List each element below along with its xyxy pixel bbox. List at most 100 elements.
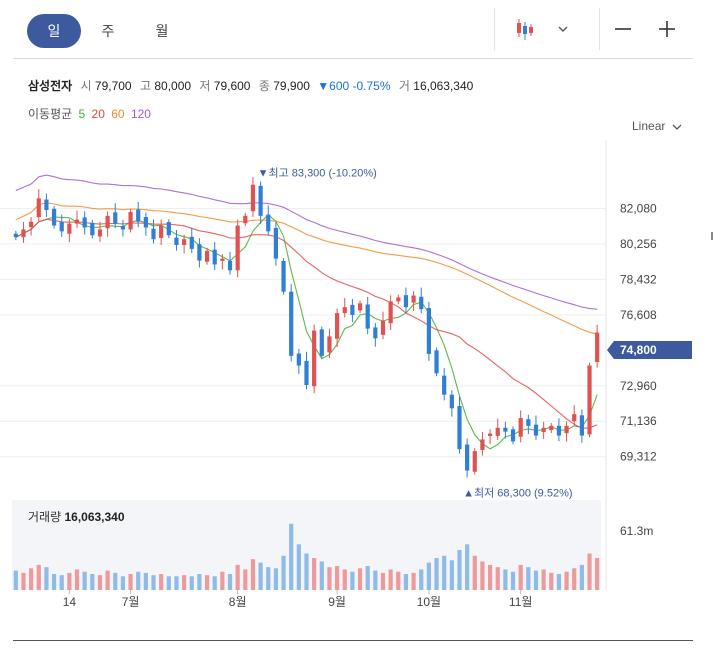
candle xyxy=(518,410,523,443)
volume-bar xyxy=(541,569,546,590)
candle xyxy=(426,301,431,361)
candle-body xyxy=(342,307,347,314)
candle-body xyxy=(411,295,416,303)
volume-bar xyxy=(533,570,539,590)
volume-bar xyxy=(296,544,301,590)
candle-body xyxy=(128,211,133,230)
volume-bar xyxy=(556,574,562,590)
candle-body xyxy=(29,221,34,228)
candle-body xyxy=(556,425,562,436)
volume-bar xyxy=(182,575,187,590)
candle-body xyxy=(403,295,409,308)
candle-body xyxy=(82,217,87,228)
candle xyxy=(357,300,363,314)
volume-bar xyxy=(227,574,233,590)
candle-body xyxy=(21,229,26,238)
candle xyxy=(380,311,386,340)
volume-bar xyxy=(189,576,194,590)
candle-body xyxy=(227,260,233,271)
candle xyxy=(465,438,470,478)
candle-body xyxy=(334,313,340,339)
candle xyxy=(442,368,447,401)
candle-body xyxy=(136,209,141,222)
volume-bar xyxy=(120,576,126,590)
volume-bar xyxy=(136,571,141,590)
candle-body xyxy=(220,258,225,261)
volume-bar xyxy=(334,566,340,590)
candle xyxy=(97,221,103,243)
volume-bar xyxy=(350,571,355,590)
candle xyxy=(541,421,546,440)
volume-bar xyxy=(166,576,171,590)
candle xyxy=(480,431,485,456)
y-tick-label: 78,432 xyxy=(620,272,657,286)
candle-body xyxy=(549,425,554,431)
candle xyxy=(510,426,516,445)
candle xyxy=(403,287,409,313)
x-tick-label: 9월 xyxy=(328,595,346,609)
volume-bar xyxy=(174,576,179,590)
candle xyxy=(327,328,332,358)
candle-body xyxy=(510,429,516,442)
candle xyxy=(166,219,171,239)
candle-body xyxy=(273,227,279,259)
candle-body xyxy=(426,308,431,354)
candle-body xyxy=(449,394,454,409)
candle xyxy=(151,219,156,244)
candle xyxy=(304,351,309,390)
candle xyxy=(549,422,554,434)
candle-body xyxy=(51,208,57,226)
candle-body xyxy=(304,360,309,385)
y-tick-label: 71,136 xyxy=(620,414,657,428)
volume-bar xyxy=(59,575,64,590)
volume-bar xyxy=(357,568,363,590)
volume-bar xyxy=(426,562,431,590)
volume-bar xyxy=(549,572,554,590)
candle xyxy=(526,414,531,435)
candle xyxy=(113,203,118,228)
volume-bar xyxy=(212,576,217,590)
candle-body xyxy=(90,222,95,236)
volume-title-label: 거래량 xyxy=(28,510,62,524)
candle-body xyxy=(572,414,577,422)
price-chart[interactable]: 82,080 80,256 78,432 76,608 72,960 71,136 69,3… xyxy=(0,0,713,656)
volume-bar xyxy=(312,558,317,590)
candle-body xyxy=(396,297,401,302)
volume-bar xyxy=(442,555,447,590)
volume-bar xyxy=(457,550,462,590)
candle xyxy=(143,212,148,236)
candle-body xyxy=(197,244,202,261)
candle-body xyxy=(235,225,240,271)
candle-body xyxy=(113,212,118,224)
volume-bar xyxy=(518,564,523,590)
candle xyxy=(250,177,256,217)
candle-body xyxy=(541,427,546,433)
candle-body xyxy=(587,365,592,435)
candle-body xyxy=(105,215,110,229)
candle-body xyxy=(204,250,210,262)
candle-body xyxy=(151,228,156,240)
y-tick-label: 76,608 xyxy=(620,308,657,322)
volume-max-label: 61.3m xyxy=(620,524,653,538)
candle xyxy=(159,219,164,245)
candle xyxy=(105,211,110,237)
candle-body xyxy=(159,225,164,238)
volume-bar xyxy=(266,567,271,590)
candle xyxy=(204,247,210,265)
x-tick-label: 7월 xyxy=(122,595,140,609)
candle xyxy=(74,210,80,228)
candle-body xyxy=(266,214,271,232)
candle-body xyxy=(312,330,317,387)
volume-bar xyxy=(396,571,401,590)
candle-body xyxy=(296,353,301,366)
candle xyxy=(457,396,462,454)
low-annotation: ▲최저 68,300 (9.52%) xyxy=(463,486,572,499)
candle xyxy=(212,242,217,271)
volume-bar xyxy=(564,571,569,590)
volume-bar xyxy=(403,574,409,590)
volume-bar xyxy=(380,572,386,590)
candle-body xyxy=(419,296,424,310)
candle-body xyxy=(365,304,370,329)
high-annotation: ▼최고 83,300 (-10.20%) xyxy=(258,167,377,180)
candle-body xyxy=(487,433,493,436)
